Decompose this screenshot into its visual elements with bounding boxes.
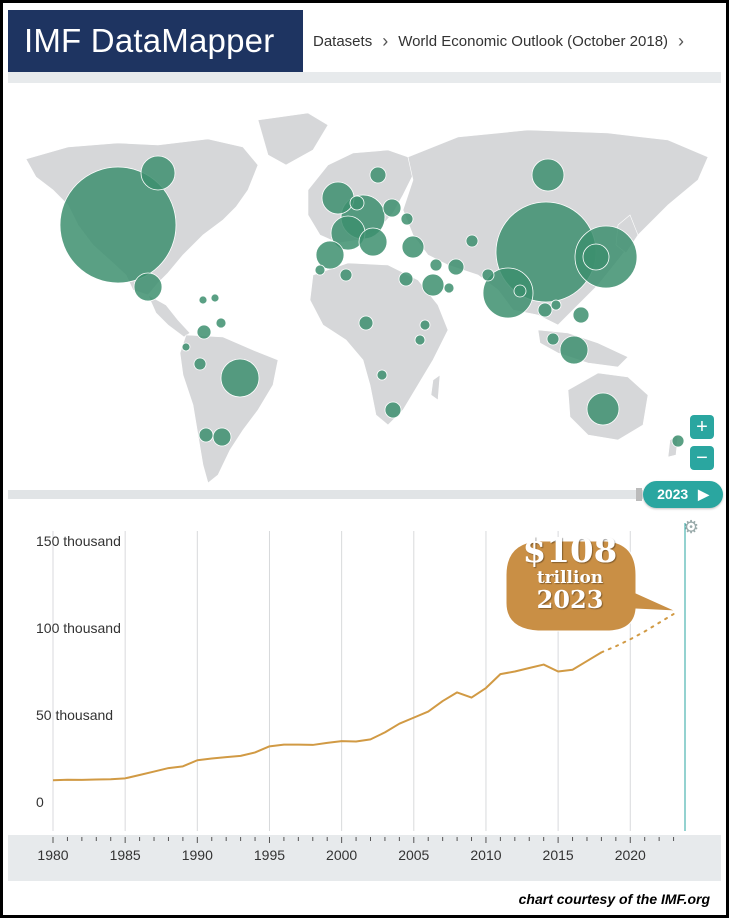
bubble-saudi-arabia[interactable] (421, 273, 445, 297)
bubble-russia[interactable] (531, 158, 565, 192)
y-tick-label: 0 (36, 794, 44, 810)
bubble-italy[interactable] (358, 227, 388, 257)
y-tick-label: 100 thousand (36, 620, 121, 636)
x-tick-label-1995: 1995 (254, 847, 285, 863)
bubble-mexico[interactable] (133, 272, 163, 302)
x-tick-label-2000: 2000 (326, 847, 357, 863)
x-tick-label-1980: 1980 (37, 847, 68, 863)
year-slider-handle[interactable] (636, 488, 642, 501)
bubble-ecuador[interactable] (181, 342, 191, 352)
y-tick-label: 50 thousand (36, 707, 113, 723)
bubble-sweden[interactable] (369, 166, 387, 184)
year-play-button[interactable]: 2023 ▶ (643, 481, 723, 508)
play-icon: ▶ (698, 486, 709, 502)
bubble-ukraine[interactable] (400, 212, 414, 226)
bubble-iran[interactable] (447, 258, 465, 276)
x-tick-label-1990: 1990 (182, 847, 213, 863)
bubble-algeria[interactable] (339, 268, 353, 282)
bubble-kazakhstan[interactable] (465, 234, 479, 248)
bubble-south-africa[interactable] (384, 401, 402, 419)
bubble-australia[interactable] (586, 392, 620, 426)
bubble-chile[interactable] (198, 427, 214, 443)
bubble-brazil[interactable] (220, 358, 260, 398)
zoom-in-button[interactable]: + (690, 415, 714, 439)
bubble-dominican[interactable] (210, 293, 220, 303)
gdp-line (52, 651, 602, 782)
land-south-america (179, 334, 279, 484)
bubble-poland[interactable] (382, 198, 402, 218)
bubble-vietnam[interactable] (550, 299, 562, 311)
bubble-canada[interactable] (140, 155, 176, 191)
header-divider (8, 72, 721, 83)
bubble-bangladesh[interactable] (513, 284, 527, 298)
bubble-nigeria[interactable] (358, 315, 374, 331)
callout-year: 2023 (536, 585, 604, 614)
callout-label: $108 trillion 2023 (506, 533, 634, 613)
map-svg (25, 112, 709, 484)
x-tick-label-2020: 2020 (615, 847, 646, 863)
bubble-morocco[interactable] (314, 264, 326, 276)
bubble-korea[interactable] (582, 243, 610, 271)
app-frame: IMF DataMapper Datasets › World Economic… (3, 3, 726, 915)
bubble-pakistan[interactable] (481, 268, 495, 282)
bubble-kenya[interactable] (414, 334, 426, 346)
bubble-venezuela[interactable] (215, 317, 227, 329)
x-tick-label-2010: 2010 (470, 847, 501, 863)
bubble-peru[interactable] (193, 357, 207, 371)
bubble-turkey[interactable] (401, 235, 425, 259)
bubble-uae[interactable] (443, 282, 455, 294)
world-bubble-map[interactable]: + − (8, 95, 721, 487)
y-tick-label: 150 thousand (36, 533, 121, 549)
bubble-indonesia[interactable] (559, 335, 589, 365)
bubble-malaysia[interactable] (546, 332, 560, 346)
land-central-america (147, 294, 191, 338)
year-label: 2023 (657, 486, 689, 502)
bubble-netherlands[interactable] (349, 195, 365, 211)
bubble-angola[interactable] (376, 369, 388, 381)
callout-amount: $108 (522, 531, 618, 571)
bubble-new-zealand[interactable] (671, 434, 685, 448)
land-madagascar (430, 374, 441, 401)
bubble-argentina[interactable] (212, 427, 232, 447)
bubble-iraq[interactable] (429, 258, 443, 272)
x-tick-label-1985: 1985 (110, 847, 141, 863)
land-greenland (257, 112, 329, 166)
brand-logo[interactable]: IMF DataMapper (8, 10, 303, 72)
bubble-colombia[interactable] (196, 324, 212, 340)
chevron-right-icon: › (678, 30, 685, 51)
credit-text: chart courtesy of the IMF.org (518, 891, 710, 907)
breadcrumb: Datasets › World Economic Outlook (Octob… (303, 10, 726, 72)
breadcrumb-weo[interactable]: World Economic Outlook (October 2018) (398, 33, 668, 50)
breadcrumb-datasets[interactable]: Datasets (313, 33, 372, 50)
bubble-thailand[interactable] (537, 302, 553, 318)
bubble-philippines[interactable] (572, 306, 590, 324)
chevron-right-icon: › (382, 30, 389, 51)
bubble-ethiopia[interactable] (419, 319, 431, 331)
bubble-cuba[interactable] (198, 295, 208, 305)
bubble-egypt[interactable] (398, 271, 414, 287)
x-tick-label-2015: 2015 (543, 847, 574, 863)
x-tick-label-2005: 2005 (398, 847, 429, 863)
bubble-uk[interactable] (321, 181, 355, 215)
zoom-out-button[interactable]: − (690, 446, 714, 470)
year-slider-track[interactable] (8, 490, 643, 499)
